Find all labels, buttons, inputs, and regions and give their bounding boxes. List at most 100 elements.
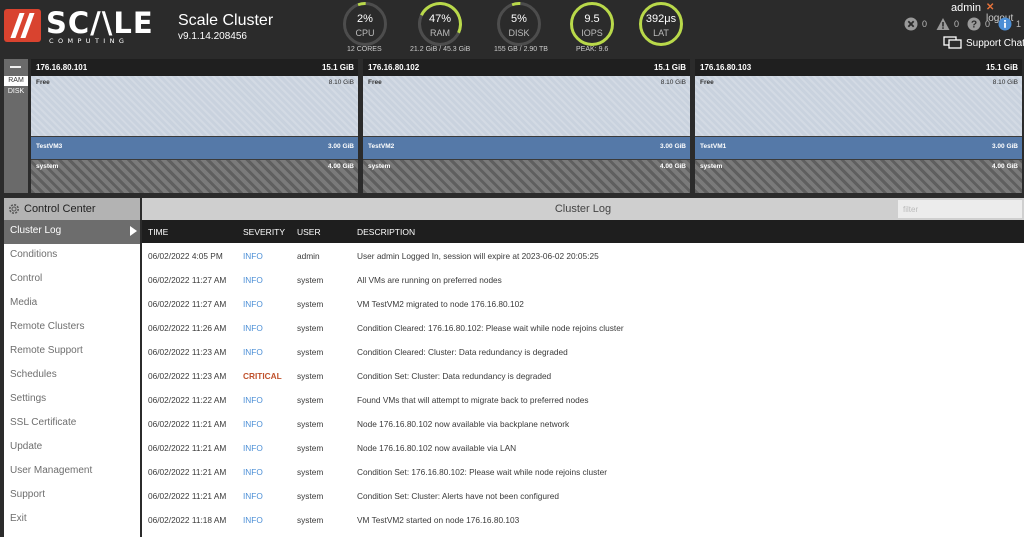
table-row[interactable]: 06/02/2022 11:27 AM INFO system VM TestVM2 …: [142, 292, 1024, 316]
vm-memory-segment[interactable]: TestVM3 3.00 GiB: [31, 137, 358, 159]
segment-size: 3.00 GiB: [659, 143, 686, 150]
ram-disk-toggle: RAM DISK: [4, 59, 28, 193]
log-description: Node 176.16.80.102 now available via bac…: [357, 419, 570, 429]
log-severity: INFO: [243, 419, 263, 429]
svg-text:?: ?: [971, 20, 977, 31]
node-panel[interactable]: 176.16.80.101 15.1 GiB Free 8.10 GiB Tes…: [31, 59, 358, 193]
node-header: 176.16.80.101 15.1 GiB: [31, 59, 358, 76]
table-row[interactable]: 06/02/2022 11:23 AM CRITICAL system Conditi…: [142, 364, 1024, 388]
collapse-icon[interactable]: [10, 66, 21, 68]
sidebar-item-user-management[interactable]: User Management: [4, 460, 140, 484]
triangle-right-icon: [130, 226, 137, 236]
table-row[interactable]: 06/02/2022 11:22 AM INFO system Found VMs t…: [142, 388, 1024, 412]
table-row[interactable]: 06/02/2022 11:18 AM INFO system VM TestVM2 …: [142, 508, 1024, 532]
sidebar-item-ssl-certificate[interactable]: SSL Certificate: [4, 412, 140, 436]
cluster-log-title: Cluster Log: [554, 203, 612, 215]
sidebar-item-settings[interactable]: Settings: [4, 388, 140, 412]
log-time: 06/02/2022 11:18 AM: [148, 515, 227, 525]
table-row[interactable]: 06/02/2022 11:21 AM INFO system Node 176.16…: [142, 412, 1024, 436]
log-user: system: [297, 515, 324, 525]
current-user[interactable]: admin: [951, 2, 981, 14]
table-row[interactable]: 06/02/2022 11:27 AM INFO system All VMs are…: [142, 268, 1024, 292]
sidebar-item-label: Exit: [10, 513, 27, 524]
ram-toggle-option[interactable]: RAM: [4, 76, 28, 86]
sidebar-item-exit[interactable]: Exit: [4, 508, 140, 532]
table-row[interactable]: 06/02/2022 11:21 AM INFO system Node 176.16…: [142, 436, 1024, 460]
sidebar-item-media[interactable]: Media: [4, 292, 140, 316]
node-ip: 176.16.80.103: [700, 63, 752, 72]
free-memory-segment: Free 8.10 GiB: [363, 76, 690, 136]
node-panel[interactable]: 176.16.80.103 15.1 GiB Free 8.10 GiB Tes…: [695, 59, 1022, 193]
log-description: User admin Logged In, session will expir…: [357, 251, 599, 261]
ram-label: RAM: [430, 28, 450, 38]
iops-caption: PEAK: 9.6: [576, 46, 609, 53]
system-memory-segment: system 4.00 GiB: [363, 160, 690, 193]
log-user: system: [297, 395, 324, 405]
log-description: Condition Set: 176.16.80.102: Please wai…: [357, 467, 607, 477]
sidebar-item-remote-clusters[interactable]: Remote Clusters: [4, 316, 140, 340]
segment-name: system: [368, 163, 391, 170]
iops-label: IOPS: [581, 28, 603, 38]
segment-size: 8.10 GiB: [328, 79, 354, 86]
sidebar-item-control[interactable]: Control: [4, 268, 140, 292]
log-user: system: [297, 299, 324, 309]
log-description: Found VMs that will attempt to migrate b…: [357, 395, 589, 405]
scale-cluster-app: SC/\LE COMPUTING Scale Cluster v9.1.14.2…: [0, 0, 1024, 537]
table-row[interactable]: 06/02/2022 11:21 AM INFO system Condition S…: [142, 460, 1024, 484]
log-description: Condition Cleared: 176.16.80.102: Please…: [357, 323, 624, 333]
disk-toggle-option[interactable]: DISK: [4, 87, 28, 97]
log-severity: INFO: [243, 467, 263, 477]
sidebar-item-support[interactable]: Support: [4, 484, 140, 508]
sidebar-item-conditions[interactable]: Conditions: [4, 244, 140, 268]
ram-gauge-fill: [411, 0, 469, 53]
sidebar-item-label: Schedules: [10, 369, 57, 380]
sidebar-item-label: Remote Clusters: [10, 321, 85, 332]
node-total: 15.1 GiB: [321, 63, 354, 72]
support-chat-label: Support Chat: [966, 38, 1024, 49]
vm-memory-segment[interactable]: TestVM1 3.00 GiB: [695, 137, 1022, 159]
sidebar-item-remote-support[interactable]: Remote Support: [4, 340, 140, 364]
latency-value: 392μs: [645, 13, 677, 25]
control-center-header: Control Center: [4, 198, 140, 220]
sidebar-item-schedules[interactable]: Schedules: [4, 364, 140, 388]
segment-name: TestVM1: [700, 143, 727, 150]
log-severity: INFO: [243, 347, 263, 357]
table-row[interactable]: 06/02/2022 11:26 AM INFO system Condition C…: [142, 316, 1024, 340]
log-severity: INFO: [243, 395, 263, 405]
column-time[interactable]: TIME: [148, 227, 168, 237]
disk-value: 5%: [511, 13, 527, 25]
node-panel[interactable]: 176.16.80.102 15.1 GiB Free 8.10 GiB Tes…: [363, 59, 690, 193]
info-circle-icon: [998, 17, 1012, 31]
log-user: system: [297, 491, 324, 501]
scale-logo[interactable]: SC/\LE COMPUTING: [4, 6, 153, 45]
cluster-log-panel: Cluster Log TIME SEVERITY USER DESCRIPTI…: [142, 198, 1024, 537]
segment-size: 3.00 GiB: [327, 143, 354, 150]
table-row[interactable]: 06/02/2022 4:05 PM INFO admin User admin Lo…: [142, 244, 1024, 268]
column-description[interactable]: DESCRIPTION: [357, 227, 415, 237]
log-description: Condition Cleared: Cluster: Data redunda…: [357, 347, 568, 357]
system-memory-segment: system 4.00 GiB: [31, 160, 358, 193]
log-user: system: [297, 275, 324, 285]
column-severity[interactable]: SEVERITY: [243, 227, 285, 237]
cluster-version: v9.1.14.208456: [178, 31, 247, 42]
sidebar-item-label: Media: [10, 297, 38, 308]
sidebar-item-update[interactable]: Update: [4, 436, 140, 460]
column-user[interactable]: USER: [297, 227, 321, 237]
log-severity: INFO: [243, 443, 263, 453]
sidebar-item-cluster-log[interactable]: Cluster Log: [4, 220, 140, 244]
vm-memory-segment[interactable]: TestVM2 3.00 GiB: [363, 137, 690, 159]
segment-name: Free: [36, 79, 50, 86]
log-severity: INFO: [243, 251, 263, 261]
log-time: 06/02/2022 11:21 AM: [148, 443, 227, 453]
table-row[interactable]: 06/02/2022 11:23 AM INFO system Condition C…: [142, 340, 1024, 364]
cluster-title: Scale Cluster: [178, 12, 274, 29]
unknown-count: 0: [985, 19, 991, 29]
sidebar-item-label: Support: [10, 489, 46, 500]
logo-subtitle: COMPUTING: [49, 37, 129, 45]
cpu-value: 2%: [357, 13, 373, 25]
log-filter-input[interactable]: [898, 200, 1022, 218]
table-row[interactable]: 06/02/2022 11:21 AM INFO system Condition S…: [142, 484, 1024, 508]
latency-label: LAT: [653, 28, 669, 38]
log-severity: INFO: [243, 491, 263, 501]
node-ip: 176.16.80.101: [36, 63, 88, 72]
